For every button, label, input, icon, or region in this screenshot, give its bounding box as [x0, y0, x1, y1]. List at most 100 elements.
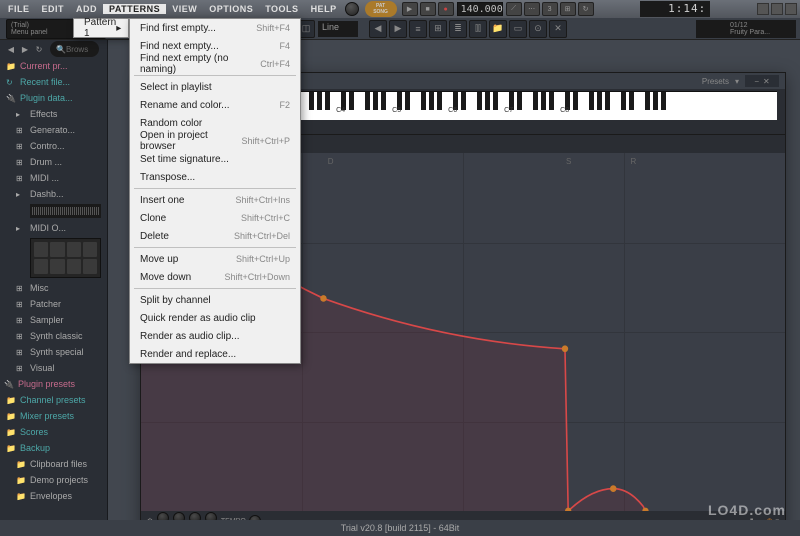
menu-item-find-next-empty-no-naming-[interactable]: Find next empty (no naming)Ctrl+F4 [130, 55, 300, 73]
stop-button[interactable]: ■ [420, 2, 436, 16]
menu-item-quick-render-as-audio-clip[interactable]: Quick render as audio clip [130, 309, 300, 327]
menu-item-open-in-project-browser[interactable]: Open in project browserShift+Ctrl+P [130, 132, 300, 150]
countdown-button[interactable]: 3 [542, 2, 558, 16]
folder-icon: ↻ [6, 78, 16, 87]
minimize-button[interactable] [757, 3, 769, 15]
browser-search-input[interactable]: 🔍 Brows [50, 41, 99, 57]
sidebar-item-1[interactable]: ↻Recent file... [0, 74, 107, 90]
view-playlist-button[interactable]: ≡ [409, 20, 427, 38]
sidebar-item-0[interactable]: 📁Current pr... [0, 58, 107, 74]
menu-edit[interactable]: EDIT [36, 4, 71, 14]
folder-icon: 📁 [6, 396, 16, 405]
sidebar-item-13[interactable]: ⊞Synth classic [0, 328, 107, 344]
browser-fwd-button[interactable]: ▶ [19, 43, 31, 55]
sidebar-item-17[interactable]: 📁Channel presets [0, 392, 107, 408]
menu-view[interactable]: VIEW [166, 4, 203, 14]
sidebar-item-21[interactable]: 📁Clipboard files [0, 456, 107, 472]
menu-item-render-as-audio-clip-[interactable]: Render as audio clip... [130, 327, 300, 345]
sidebar-item-6[interactable]: ⊞Drum ... [0, 154, 107, 170]
close-button[interactable] [785, 3, 797, 15]
sidebar-item-18[interactable]: 📁Mixer presets [0, 408, 107, 424]
view-piano-button[interactable]: ⊞ [429, 20, 447, 38]
view-plugin-button[interactable]: ▭ [509, 20, 527, 38]
menu-item-insert-one[interactable]: Insert oneShift+Ctrl+Ins [130, 191, 300, 209]
menu-item-set-time-signature-[interactable]: Set time signature... [130, 150, 300, 168]
nav-2-button[interactable]: ▶ [389, 20, 407, 38]
menu-item-clone[interactable]: CloneShift+Ctrl+C [130, 209, 300, 227]
piano-keyboard[interactable]: C3C4C5C6C7C8 [276, 91, 777, 133]
main-pitch-knob[interactable] [345, 2, 359, 16]
menu-item-rename-and-color-[interactable]: Rename and color...F2 [130, 96, 300, 114]
sidebar-item-23[interactable]: 📁Envelopes [0, 488, 107, 504]
overdub-button[interactable]: ⊞ [560, 2, 576, 16]
presets-dropdown[interactable]: Presets [702, 77, 729, 86]
menu-item-move-up[interactable]: Move upShift+Ctrl+Up [130, 250, 300, 268]
menu-item-render-and-replace-[interactable]: Render and replace... [130, 345, 300, 363]
release-marker[interactable]: R [630, 157, 636, 166]
sidebar-item-22[interactable]: 📁Demo projects [0, 472, 107, 488]
menu-patterns[interactable]: PATTERNS [103, 4, 166, 14]
menu-tools[interactable]: TOOLS [259, 4, 304, 14]
sidebar-item-19[interactable]: 📁Scores [0, 424, 107, 440]
sidebar-item-7[interactable]: ⊞MIDI ... [0, 170, 107, 186]
wait-button[interactable]: ⋯ [524, 2, 540, 16]
sidebar-item-3[interactable]: ▸Effects [0, 106, 107, 122]
sidebar-item-9[interactable]: ▸MIDI O... [0, 220, 107, 236]
decay-marker[interactable]: D [328, 157, 334, 166]
sidebar-pads[interactable] [30, 238, 101, 278]
maximize-button[interactable] [771, 3, 783, 15]
octave-label: C4 [336, 107, 345, 114]
pattern-item[interactable]: Pattern 1▸ [74, 19, 128, 37]
sidebar-item-20[interactable]: 📁Backup [0, 440, 107, 456]
menu-help[interactable]: HELP [305, 4, 343, 14]
sidebar-item-2[interactable]: 🔌Plugin data... [0, 90, 107, 106]
menu-separator [134, 247, 296, 248]
sidebar-item-14[interactable]: ⊞Synth special [0, 344, 107, 360]
view-mixer-button[interactable]: ⫿⫿ [469, 20, 487, 38]
snap-mode-display[interactable]: Line [318, 21, 358, 37]
record-button[interactable]: ● [438, 2, 454, 16]
menu-file[interactable]: FILE [2, 4, 36, 14]
sidebar-item-10[interactable]: ⊞Misc [0, 280, 107, 296]
nav-1-button[interactable]: ◀ [369, 20, 387, 38]
sidebar-item-12[interactable]: ⊞Sampler [0, 312, 107, 328]
sustain-marker[interactable]: S [566, 157, 571, 166]
play-button[interactable]: ▶ [402, 2, 418, 16]
pattern-hint-panel[interactable]: 01/12 Fruity Para... [726, 20, 796, 38]
sidebar-item-11[interactable]: ⊞Patcher [0, 296, 107, 312]
tempo-tap-button[interactable]: ⊙ [529, 20, 547, 38]
menu-add[interactable]: ADD [70, 4, 103, 14]
view-channel-button[interactable]: ≣ [449, 20, 467, 38]
topbar: FILEEDITADDPATTERNSVIEWOPTIONSTOOLSHELP … [0, 0, 800, 18]
envelope-close-button[interactable]: ✕ [763, 77, 770, 86]
menu-item-transpose-[interactable]: Transpose... [130, 168, 300, 186]
close-all-button[interactable]: ✕ [549, 20, 567, 38]
menu-item-find-first-empty-[interactable]: Find first empty...Shift+F4 [130, 19, 300, 37]
time-display[interactable]: 1:14: [640, 1, 710, 17]
sidebar-item-16[interactable]: 🔌Plugin presets [0, 376, 107, 392]
folder-icon: 🔌 [6, 94, 16, 103]
sidebar-waveform[interactable] [30, 204, 101, 218]
sidebar-item-4[interactable]: ⊞Generato... [0, 122, 107, 138]
view-browser-button[interactable]: 📁 [489, 20, 507, 38]
sidebar-item-5[interactable]: ⊞Contro... [0, 138, 107, 154]
menu-item-move-down[interactable]: Move downShift+Ctrl+Down [130, 268, 300, 286]
pattern-context-menu: Find first empty...Shift+F4 Find next emp… [129, 18, 301, 364]
envelope-minimize-button[interactable]: − [754, 77, 759, 86]
sidebar-item-8[interactable]: ▸Dashb... [0, 186, 107, 202]
folder-icon: ▸ [16, 190, 26, 199]
menu-options[interactable]: OPTIONS [203, 4, 259, 14]
menu-item-delete[interactable]: DeleteShift+Ctrl+Del [130, 227, 300, 245]
sidebar-item-15[interactable]: ⊞Visual [0, 360, 107, 376]
browser-reload-button[interactable]: ↻ [33, 43, 45, 55]
menu-item-split-by-channel[interactable]: Split by channel [130, 291, 300, 309]
watermark: LO4D.com [708, 502, 786, 518]
folder-icon: ⊞ [16, 332, 26, 341]
menu-item-select-in-playlist[interactable]: Select in playlist [130, 78, 300, 96]
octave-label: C8 [560, 107, 569, 114]
tempo-display[interactable]: 140.000 [457, 2, 503, 16]
pat-song-toggle[interactable]: PAT SONG [365, 1, 397, 17]
metronome-button[interactable]: ⟋ [506, 2, 522, 16]
loop-button[interactable]: ↻ [578, 2, 594, 16]
browser-back-button[interactable]: ◀ [5, 43, 17, 55]
